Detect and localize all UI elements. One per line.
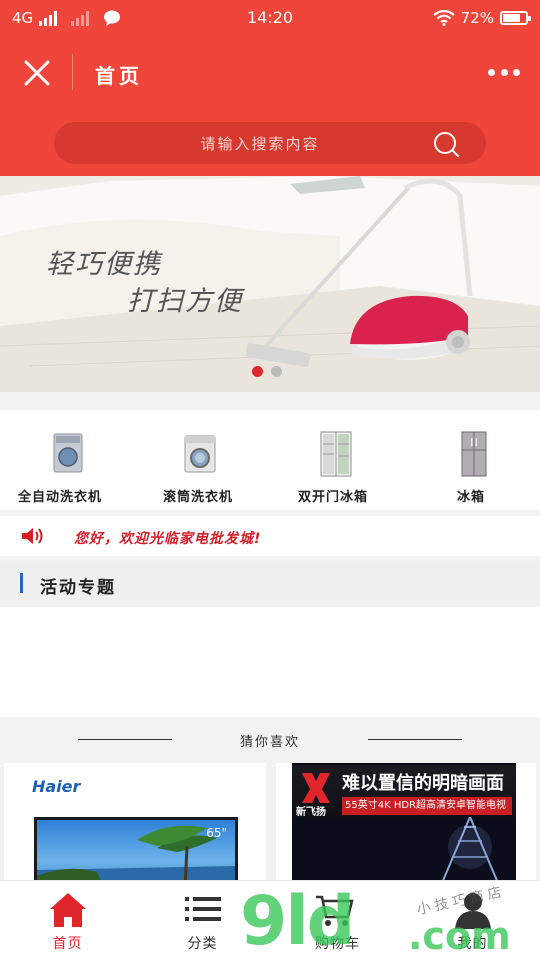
banner-image — [0, 176, 540, 392]
category-label: 全自动洗衣机 — [18, 490, 103, 505]
section-title: 活动专题 — [40, 578, 116, 598]
banner-headline-1: 轻巧便携 — [46, 249, 162, 280]
tab-mine[interactable]: 我的 — [405, 881, 540, 960]
ad-subline: 55英寸4K HDR超高清安卓智能电视 — [342, 797, 512, 815]
ad-image — [292, 817, 516, 883]
tv-size-label: 65" — [206, 826, 227, 840]
search-input[interactable]: 请输入搜索内容 — [54, 122, 486, 164]
ad-header: 新飞扬 难以置信的明暗画面 55英寸4K HDR超高清安卓智能电视 — [292, 765, 516, 818]
list-icon — [185, 897, 221, 921]
tab-cart[interactable]: 购物车 — [270, 881, 405, 960]
home-icon — [50, 893, 86, 927]
category-item-automatic-washer[interactable]: 全自动洗衣机 — [0, 410, 120, 510]
carousel-dot-2[interactable] — [271, 366, 282, 377]
more-menu-button[interactable] — [488, 62, 520, 82]
category-item-drum-washer[interactable]: 滚筒洗衣机 — [140, 410, 260, 510]
user-icon — [455, 893, 491, 929]
recommend-title: 猜你喜欢 — [239, 735, 300, 750]
tab-category[interactable]: 分类 — [135, 881, 270, 960]
app-screen: 4G 14:20 72% 首页 请输入搜索内容 轻巧便携 打扫方便 全自动洗衣机… — [0, 0, 540, 960]
tab-label: 首页 — [52, 936, 83, 952]
recommend-header: 猜你喜欢 — [0, 717, 540, 763]
header-divider — [72, 54, 73, 90]
wifi-icon — [432, 10, 455, 26]
section-content — [0, 607, 540, 717]
product-image: 65" — [34, 817, 238, 883]
double-door-fridge-icon — [320, 431, 352, 477]
category-label: 滚筒洗衣机 — [163, 490, 234, 505]
battery-percent: 72% — [460, 9, 494, 27]
tab-label: 分类 — [187, 936, 218, 952]
bottom-tab-bar: 首页 分类 购物车 我的 — [0, 880, 540, 960]
tab-label: 购物车 — [315, 936, 360, 952]
ad-brand: 新飞扬 — [296, 807, 326, 818]
carousel-dot-1[interactable] — [252, 366, 263, 377]
cart-icon — [316, 895, 354, 926]
banner-headline-2: 打扫方便 — [127, 286, 243, 317]
category-item-double-door-fridge[interactable]: 双开门冰箱 — [280, 410, 400, 510]
app-header: 首页 请输入搜索内容 — [0, 36, 540, 176]
tab-home[interactable]: 首页 — [0, 881, 135, 960]
drum-washer-icon — [184, 435, 216, 473]
category-label: 双开门冰箱 — [298, 490, 369, 505]
notice-text: 您好，欢迎光临家电批发城! — [74, 531, 262, 547]
battery-icon — [500, 11, 531, 25]
product-card[interactable]: 新飞扬 难以置信的明暗画面 55英寸4K HDR超高清安卓智能电视 — [276, 763, 536, 883]
section-header: 活动专题 — [0, 561, 540, 607]
divider-right — [368, 739, 462, 740]
search-placeholder: 请输入搜索内容 — [200, 135, 320, 153]
fridge-icon — [461, 431, 487, 477]
product-ad: 新飞扬 难以置信的明暗画面 55英寸4K HDR超高清安卓智能电视 — [292, 763, 516, 883]
category-label: 冰箱 — [457, 490, 486, 505]
promo-banner[interactable]: 轻巧便携 打扫方便 — [0, 176, 540, 392]
speaker-icon — [22, 528, 43, 544]
carousel-dots[interactable] — [252, 366, 282, 377]
page-title: 首页 — [95, 64, 143, 88]
category-item-fridge[interactable]: 冰箱 — [420, 410, 540, 510]
notice-bar[interactable]: 您好，欢迎光临家电批发城! — [0, 516, 540, 556]
status-bar: 4G 14:20 72% — [0, 0, 540, 36]
washing-machine-icon — [53, 433, 83, 473]
ad-headline: 难以置信的明暗画面 — [342, 773, 504, 794]
close-icon[interactable] — [20, 56, 54, 90]
product-brand: Haier — [32, 777, 81, 796]
section-accent-bar — [20, 573, 23, 593]
search-icon[interactable] — [432, 130, 460, 158]
category-grid: 全自动洗衣机 滚筒洗衣机 双开门冰箱 冰箱 — [0, 410, 540, 510]
tab-label: 我的 — [457, 936, 488, 952]
product-card[interactable]: Haier 65" — [4, 763, 266, 883]
status-right: 72% — [432, 9, 531, 27]
